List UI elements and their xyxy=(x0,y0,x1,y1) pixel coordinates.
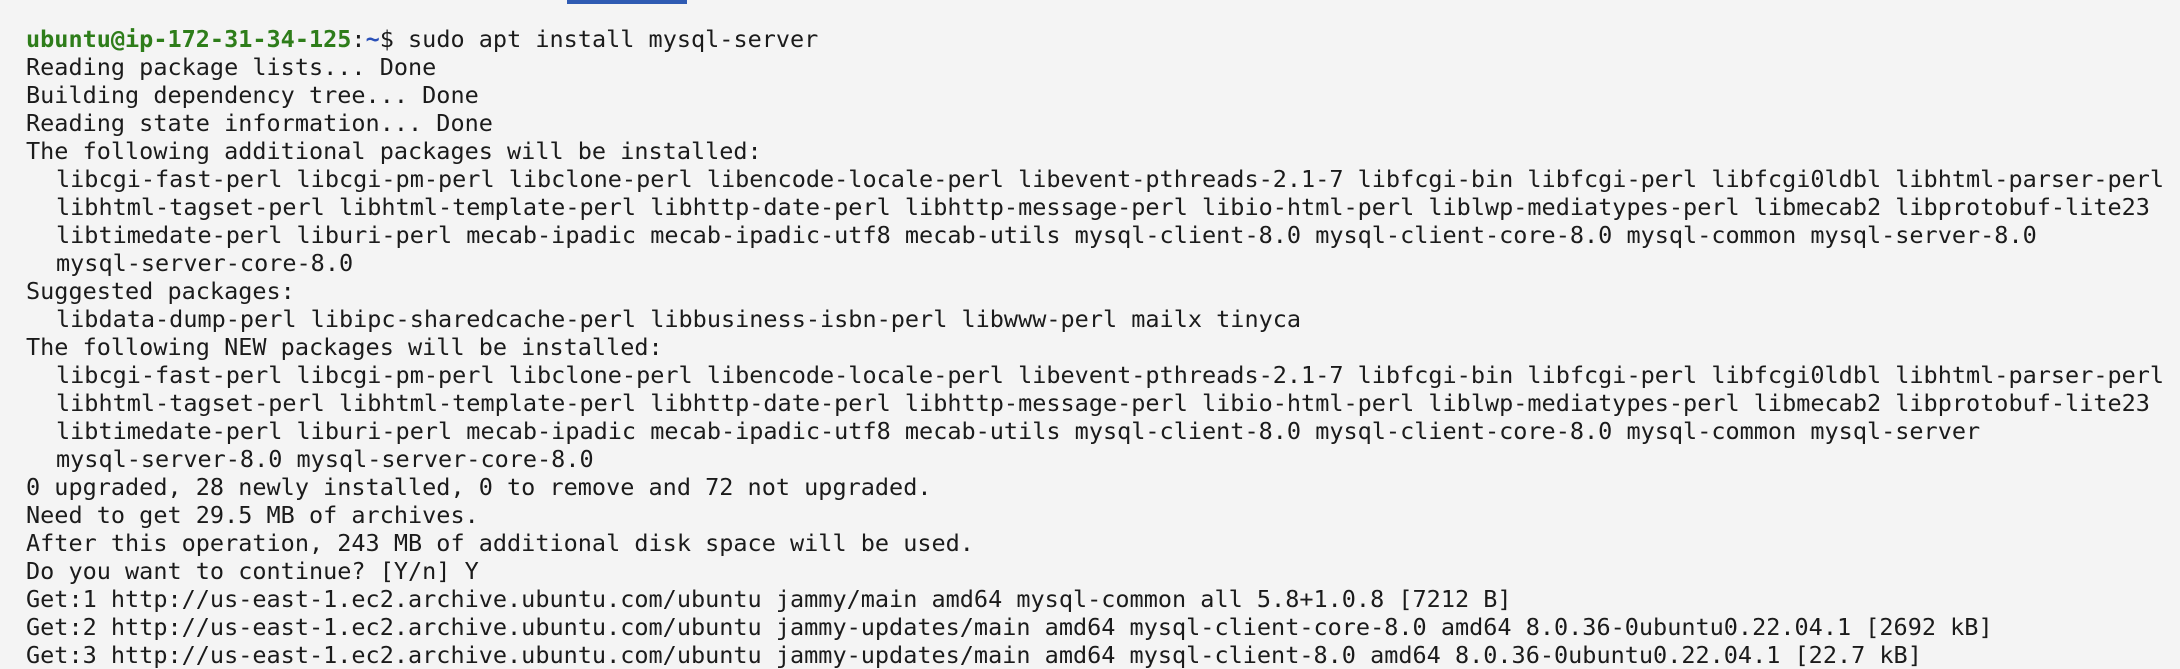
package-list-line: libdata-dump-perl libipc-sharedcache-per… xyxy=(56,305,1302,333)
command-prompt-line: ubuntu@ip-172-31-34-125:~$ sudo apt inst… xyxy=(26,25,2180,53)
package-list-line: libcgi-fast-perl libcgi-pm-perl libclone… xyxy=(56,165,2165,193)
download-line: Get:2 http://us-east-1.ec2.archive.ubunt… xyxy=(26,613,1993,641)
package-list-line: libtimedate-perl liburi-perl mecab-ipadi… xyxy=(56,417,1981,445)
output-line: Building dependency tree... Done xyxy=(26,81,479,109)
package-list-line: libtimedate-perl liburi-perl mecab-ipadi… xyxy=(56,221,2037,249)
terminal-output[interactable]: ubuntu@ip-172-31-34-125:~$ sudo apt inst… xyxy=(26,25,2180,669)
package-list-line: libhtml-tagset-perl libhtml-template-per… xyxy=(56,193,2150,221)
scrollbar-thumb[interactable] xyxy=(567,0,687,4)
section-header-new: The following NEW packages will be insta… xyxy=(26,333,663,361)
download-line: Get:1 http://us-east-1.ec2.archive.ubunt… xyxy=(26,585,1512,613)
section-header-suggested: Suggested packages: xyxy=(26,277,295,305)
prompt-separator: : xyxy=(351,25,366,53)
download-line: Get:3 http://us-east-1.ec2.archive.ubunt… xyxy=(26,641,1922,669)
prompt-user-host: ubuntu@ip-172-31-34-125 xyxy=(26,25,352,53)
prompt-command: sudo apt install mysql-server xyxy=(408,25,819,53)
section-header-additional: The following additional packages will b… xyxy=(26,137,762,165)
upgrade-summary: 0 upgraded, 28 newly installed, 0 to rem… xyxy=(26,473,932,501)
output-line: Reading package lists... Done xyxy=(26,53,437,81)
prompt-path: ~ xyxy=(365,25,380,53)
disk-space-notice: After this operation, 243 MB of addition… xyxy=(26,529,974,557)
package-list-line: libhtml-tagset-perl libhtml-template-per… xyxy=(56,389,2150,417)
package-list-line: mysql-server-core-8.0 xyxy=(56,249,354,277)
prompt-symbol: $ xyxy=(379,25,409,53)
output-line: Reading state information... Done xyxy=(26,109,493,137)
download-size: Need to get 29.5 MB of archives. xyxy=(26,501,479,529)
package-list-line: mysql-server-8.0 mysql-server-core-8.0 xyxy=(56,445,594,473)
package-list-line: libcgi-fast-perl libcgi-pm-perl libclone… xyxy=(56,361,2165,389)
continue-prompt: Do you want to continue? [Y/n] Y xyxy=(26,557,479,585)
